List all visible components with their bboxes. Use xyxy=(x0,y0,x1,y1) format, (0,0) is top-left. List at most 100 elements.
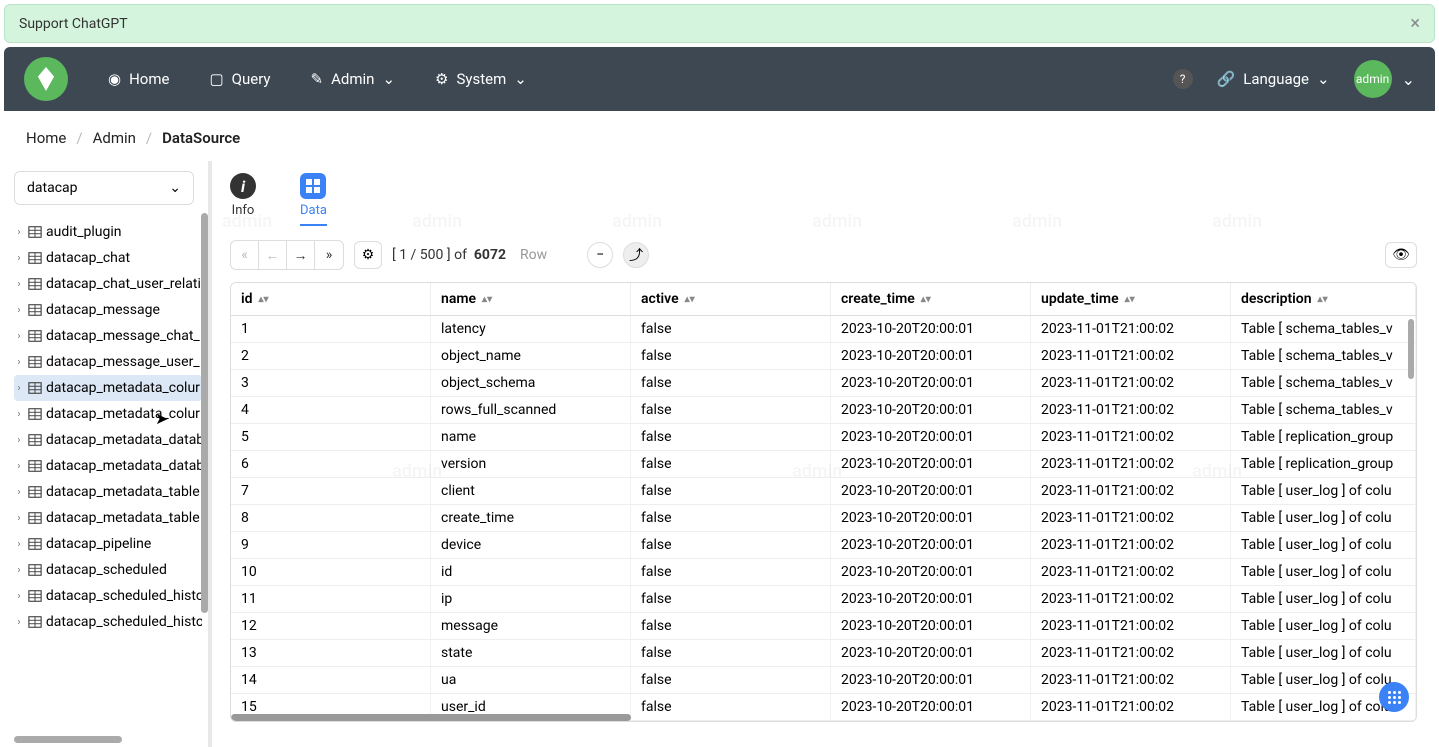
sort-icon: ▴▾ xyxy=(921,297,931,302)
tab-info[interactable]: i Info xyxy=(230,173,256,226)
help-icon[interactable]: ? xyxy=(1173,69,1193,89)
cell-update-time: 2023-11-01T21:00:02 xyxy=(1031,397,1231,423)
admin-icon: ✎ xyxy=(311,70,324,88)
cell-description: Table [ replication_group xyxy=(1231,451,1416,477)
caret-icon: › xyxy=(14,383,24,394)
cell-description: Table [ schema_tables_v xyxy=(1231,316,1416,342)
breadcrumb-admin[interactable]: Admin xyxy=(93,129,136,147)
tree-item[interactable]: ›datacap_message_chat_ xyxy=(14,323,202,349)
sort-icon: ▴▾ xyxy=(1125,297,1135,302)
nav-admin-label: Admin xyxy=(331,70,374,88)
nav-admin[interactable]: ✎ Admin ⌄ xyxy=(311,70,396,88)
user-menu[interactable]: admin ⌄ xyxy=(1354,60,1415,98)
table-scrollbar-horizontal[interactable] xyxy=(231,714,631,721)
table-row[interactable]: 9devicefalse2023-10-20T20:00:012023-11-0… xyxy=(231,532,1416,559)
page-next-button[interactable]: → xyxy=(287,241,315,269)
settings-button[interactable]: ⚙ xyxy=(354,241,382,269)
cell-id: 7 xyxy=(231,478,431,504)
tree-item[interactable]: ›datacap_metadata_datab xyxy=(14,427,202,453)
sidebar-scrollbar-vertical[interactable] xyxy=(201,213,208,613)
table-icon xyxy=(28,615,42,629)
tree-item[interactable]: ›datacap_metadata_colur xyxy=(14,401,202,427)
table-row[interactable]: 8create_timefalse2023-10-20T20:00:012023… xyxy=(231,505,1416,532)
tree-item[interactable]: ›datacap_metadata_table xyxy=(14,479,202,505)
column-header-update-time[interactable]: update_time▴▾ xyxy=(1031,283,1231,315)
view-button[interactable]: 👁 xyxy=(1385,242,1417,268)
nav-query[interactable]: ▢ Query xyxy=(209,70,270,88)
nav-home[interactable]: ◉ Home xyxy=(108,70,169,88)
tree-item[interactable]: ›datacap_pipeline xyxy=(14,531,202,557)
tree-item-label: datacap_metadata_table xyxy=(46,484,200,500)
table-row[interactable]: 6versionfalse2023-10-20T20:00:012023-11-… xyxy=(231,451,1416,478)
table-icon xyxy=(28,459,42,473)
table-row[interactable]: 13statefalse2023-10-20T20:00:012023-11-0… xyxy=(231,640,1416,667)
page-prev-button[interactable]: ← xyxy=(259,241,287,269)
table-row[interactable]: 4rows_full_scannedfalse2023-10-20T20:00:… xyxy=(231,397,1416,424)
table-icon xyxy=(28,407,42,421)
table-row[interactable]: 1latencyfalse2023-10-20T20:00:012023-11-… xyxy=(231,316,1416,343)
table-row[interactable]: 3object_schemafalse2023-10-20T20:00:0120… xyxy=(231,370,1416,397)
cell-description: Table [ user_log ] of colu xyxy=(1231,478,1416,504)
tree-item[interactable]: ›datacap_metadata_datab xyxy=(14,453,202,479)
tree-item[interactable]: ›datacap_chat_user_relati xyxy=(14,271,202,297)
page-last-button[interactable]: » xyxy=(315,241,343,269)
remove-button[interactable]: − xyxy=(587,242,613,268)
app-logo[interactable] xyxy=(24,57,68,101)
column-header-id[interactable]: id▴▾ xyxy=(231,283,431,315)
column-header-description[interactable]: description▴▾ xyxy=(1231,283,1416,315)
column-header-active[interactable]: active▴▾ xyxy=(631,283,831,315)
caret-icon: › xyxy=(14,305,24,316)
cell-update-time: 2023-11-01T21:00:02 xyxy=(1031,694,1231,720)
cell-name: create_time xyxy=(431,505,631,531)
cell-id: 5 xyxy=(231,424,431,450)
column-header-create-time[interactable]: create_time▴▾ xyxy=(831,283,1031,315)
tree-item[interactable]: ›datacap_scheduled_histo xyxy=(14,609,202,635)
tree-item[interactable]: ›datacap_metadata_colur xyxy=(14,375,202,401)
tree-item-label: datacap_scheduled_histo xyxy=(46,588,202,604)
cell-active: false xyxy=(631,586,831,612)
nav-system[interactable]: ⚙ System ⌄ xyxy=(435,70,527,88)
table-icon xyxy=(28,433,42,447)
tree-item[interactable]: ›datacap_scheduled xyxy=(14,557,202,583)
support-banner: Support ChatGPT × xyxy=(4,4,1435,43)
tree-item[interactable]: ›datacap_metadata_table xyxy=(14,505,202,531)
tree-item[interactable]: ›datacap_message xyxy=(14,297,202,323)
language-selector[interactable]: 🔗 Language ⌄ xyxy=(1217,70,1330,88)
page-info: [ 1 / 500 ] of 6072 xyxy=(392,247,506,263)
tab-data-label: Data xyxy=(300,203,327,218)
cell-update-time: 2023-11-01T21:00:02 xyxy=(1031,559,1231,585)
cell-active: false xyxy=(631,505,831,531)
table-row[interactable]: 14uafalse2023-10-20T20:00:012023-11-01T2… xyxy=(231,667,1416,694)
cell-description: Table [ user_log ] of colu xyxy=(1231,640,1416,666)
table-icon xyxy=(28,537,42,551)
table-row[interactable]: 12messagefalse2023-10-20T20:00:012023-11… xyxy=(231,613,1416,640)
tree-item[interactable]: ›datacap_scheduled_histo xyxy=(14,583,202,609)
table-row[interactable]: 5namefalse2023-10-20T20:00:012023-11-01T… xyxy=(231,424,1416,451)
column-header-name[interactable]: name▴▾ xyxy=(431,283,631,315)
table-row[interactable]: 10idfalse2023-10-20T20:00:012023-11-01T2… xyxy=(231,559,1416,586)
table-row[interactable]: 2object_namefalse2023-10-20T20:00:012023… xyxy=(231,343,1416,370)
cell-active: false xyxy=(631,694,831,720)
table-row[interactable]: 7clientfalse2023-10-20T20:00:012023-11-0… xyxy=(231,478,1416,505)
database-select[interactable]: datacap ⌄ xyxy=(14,171,194,205)
caret-icon: › xyxy=(14,253,24,264)
avatar: admin xyxy=(1354,60,1392,98)
tree-item-label: datacap_scheduled xyxy=(46,562,167,578)
close-icon[interactable]: × xyxy=(1410,13,1420,34)
tab-data[interactable]: Data xyxy=(300,173,327,226)
sidebar-scrollbar-horizontal[interactable] xyxy=(14,736,122,743)
cell-active: false xyxy=(631,316,831,342)
tree-item[interactable]: ›audit_plugin xyxy=(14,219,202,245)
tree-item[interactable]: ›datacap_chat xyxy=(14,245,202,271)
breadcrumb-home[interactable]: Home xyxy=(26,129,66,147)
tree-item[interactable]: ›datacap_message_user_ xyxy=(14,349,202,375)
fab-button[interactable] xyxy=(1379,682,1409,712)
table-icon xyxy=(28,303,42,317)
upload-button[interactable]: ⤴ xyxy=(623,242,649,268)
cell-update-time: 2023-11-01T21:00:02 xyxy=(1031,667,1231,693)
sort-icon: ▴▾ xyxy=(482,297,492,302)
table-row[interactable]: 11ipfalse2023-10-20T20:00:012023-11-01T2… xyxy=(231,586,1416,613)
table-scrollbar-vertical[interactable] xyxy=(1408,319,1414,379)
info-icon: i xyxy=(230,173,256,199)
page-first-button[interactable]: « xyxy=(231,241,259,269)
